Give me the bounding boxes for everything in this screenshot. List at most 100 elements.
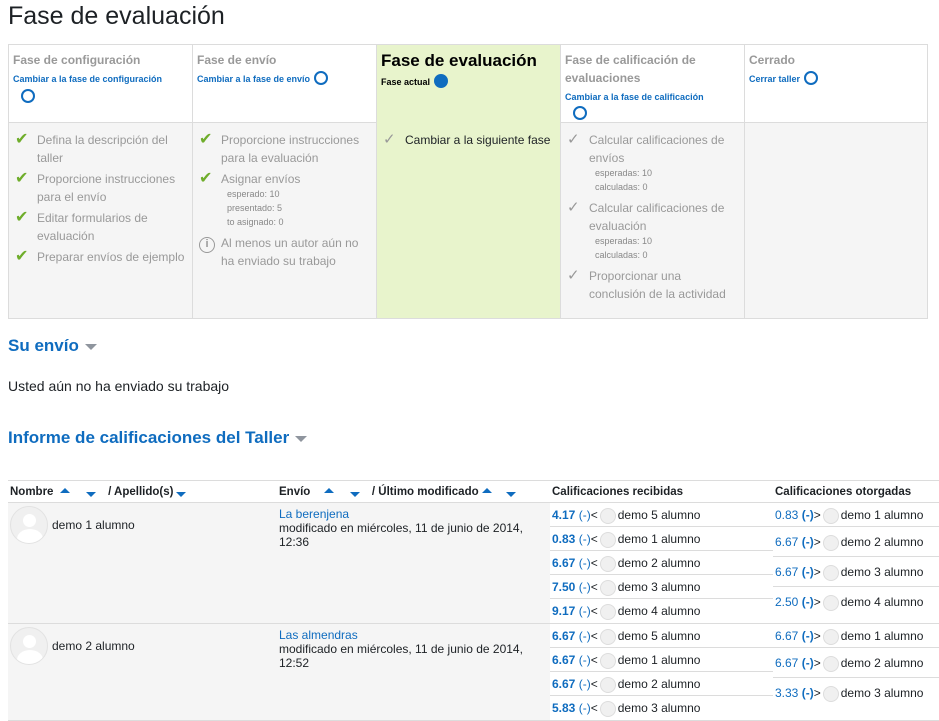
- grade-over: (-): [801, 686, 814, 700]
- phase-title: Fase de envío: [197, 53, 277, 67]
- sort-submission-link[interactable]: Envío: [279, 486, 310, 498]
- arrow: >: [813, 686, 821, 700]
- sort-desc-icon[interactable]: [349, 491, 360, 497]
- task-item: ✔ Proporcione instrucciones para la evalu…: [199, 131, 372, 167]
- unchecked-check-icon: ✓: [567, 199, 580, 216]
- close-workshop-link[interactable]: Cerrar taller: [749, 74, 800, 84]
- phase-submission: Fase de envío Cambiar a la fase de envío…: [193, 45, 377, 318]
- reviewer-name[interactable]: demo 2 alumno: [618, 677, 701, 691]
- grade-link[interactable]: 0.83: [552, 532, 575, 546]
- phase-title: Cerrado: [749, 53, 796, 67]
- sort-asc-icon[interactable]: [481, 487, 492, 493]
- submission-link[interactable]: La berenjena: [279, 507, 349, 521]
- reviewer-name[interactable]: demo 2 alumno: [618, 556, 701, 570]
- grade-over: (-): [578, 604, 591, 618]
- sort-last-modified-link[interactable]: / Último modificado: [372, 486, 479, 498]
- grade-link[interactable]: 6.67: [775, 565, 798, 579]
- grade-over: (-): [578, 629, 591, 643]
- reviewer-name[interactable]: demo 1 alumno: [618, 532, 701, 546]
- avatar[interactable]: [10, 627, 48, 665]
- phase-tasks: ✔ Proporcione instrucciones para la evalu…: [193, 123, 376, 318]
- reviewer-name[interactable]: demo 5 alumno: [618, 508, 701, 522]
- reviewer-name[interactable]: demo 3 alumno: [618, 580, 701, 594]
- phase-title: Fase de configuración: [13, 53, 141, 67]
- grade-link[interactable]: 7.50: [552, 580, 575, 594]
- received-grades-cell: 6.67 (-)< demo 5 alumno 6.67 (-)< demo 1 a…: [550, 623, 773, 721]
- grade-link[interactable]: 2.50: [775, 595, 798, 609]
- grade-link[interactable]: 6.67: [775, 535, 798, 549]
- phase-circle-icon[interactable]: [21, 89, 35, 103]
- reviewer-name[interactable]: demo 3 alumno: [618, 701, 701, 715]
- switch-phase-link[interactable]: Cambiar a la fase de envío: [197, 74, 310, 84]
- phase-grading-evaluation: Fase de calificación de evaluaciones Cam…: [561, 45, 745, 318]
- avatar: [599, 652, 616, 669]
- grade-link[interactable]: 6.67: [552, 677, 575, 691]
- sort-asc-icon[interactable]: [59, 487, 70, 493]
- grade-link[interactable]: 4.17: [552, 508, 575, 522]
- phase-circle-icon[interactable]: [573, 106, 587, 120]
- task-item: ✔ Editar formularios de evaluación: [15, 209, 188, 245]
- sort-first-name-link[interactable]: Nombre: [10, 486, 53, 498]
- grade-link[interactable]: 6.67: [552, 556, 575, 570]
- arrow: <: [590, 629, 598, 643]
- grade-link[interactable]: 9.17: [552, 604, 575, 618]
- reviewer-name[interactable]: demo 1 alumno: [618, 653, 701, 667]
- received-grade: 4.17 (-)< demo 5 alumno: [550, 503, 773, 527]
- arrow: <: [590, 677, 598, 691]
- sort-desc-icon[interactable]: [176, 491, 187, 497]
- phase-tasks: ✔ Defina la descripción del taller ✔ Propo…: [9, 123, 192, 318]
- phase-assessment: Fase de evaluación Fase actual ✓ Cambiar …: [377, 45, 561, 318]
- sort-desc-icon[interactable]: [85, 491, 96, 497]
- reviewee-name[interactable]: demo 1 alumno: [841, 508, 924, 522]
- your-submission-heading[interactable]: Su envío: [8, 336, 97, 356]
- reviewee-name[interactable]: demo 1 alumno: [841, 629, 924, 643]
- check-icon: ✔: [15, 170, 29, 187]
- unchecked-check-icon: ✓: [383, 131, 396, 148]
- avatar[interactable]: [10, 506, 48, 544]
- participant-cell: demo 2 alumno: [8, 623, 277, 721]
- grade-link[interactable]: 5.83: [552, 701, 575, 715]
- submission-link[interactable]: Las almendras: [279, 628, 358, 642]
- task-label: Editar formularios de evaluación: [37, 211, 148, 243]
- avatar: [599, 507, 616, 524]
- chevron-down-icon: [295, 435, 308, 442]
- reviewer-name[interactable]: demo 4 alumno: [618, 604, 701, 618]
- grade-link[interactable]: 6.67: [775, 656, 798, 670]
- reviewer-name[interactable]: demo 5 alumno: [618, 629, 701, 643]
- switch-phase-link[interactable]: Cambiar a la fase de configuración: [13, 74, 162, 84]
- grade-link[interactable]: 3.33: [775, 686, 798, 700]
- grade-link[interactable]: 6.67: [552, 653, 575, 667]
- grades-report-heading[interactable]: Informe de calificaciones del Taller: [8, 428, 308, 448]
- participant-name[interactable]: demo 2 alumno: [52, 639, 135, 653]
- switch-phase-link[interactable]: Cambiar a la fase de calificación: [565, 92, 704, 102]
- task-label: Cambiar a la siguiente fase: [405, 133, 551, 147]
- participant-name[interactable]: demo 1 alumno: [52, 518, 135, 532]
- participant-cell: demo 1 alumno: [8, 502, 277, 624]
- task-item: ✔ Asignar envíos: [199, 170, 372, 188]
- sort-last-name-link[interactable]: / Apellido(s): [108, 486, 173, 498]
- grade-link[interactable]: 6.67: [552, 629, 575, 643]
- sort-desc-icon[interactable]: [505, 491, 516, 497]
- reviewee-name[interactable]: demo 2 alumno: [841, 656, 924, 670]
- grades-report-table: Nombre / Apellido(s) Envío / Último modi…: [8, 480, 939, 721]
- grade-link[interactable]: 6.67: [775, 629, 798, 643]
- received-grades-cell: 4.17 (-)< demo 5 alumno 0.83 (-)< demo 1 a…: [550, 502, 773, 624]
- phase-circle-icon[interactable]: [314, 70, 329, 85]
- reviewee-name[interactable]: demo 2 alumno: [841, 535, 924, 549]
- phase-circle-icon[interactable]: [804, 70, 819, 85]
- given-grade: 3.33 (-)> demo 3 alumno: [773, 678, 939, 708]
- arrow: >: [813, 629, 821, 643]
- reviewee-name[interactable]: demo 4 alumno: [841, 595, 924, 609]
- sort-asc-icon[interactable]: [323, 487, 334, 493]
- received-grade: 6.67 (-)< demo 5 alumno: [550, 624, 773, 648]
- avatar: [599, 676, 616, 693]
- grade-link[interactable]: 0.83: [775, 508, 798, 522]
- grade-over: (-): [578, 677, 591, 691]
- avatar: [599, 603, 616, 620]
- reviewee-name[interactable]: demo 3 alumno: [841, 686, 924, 700]
- grade-over: (-): [801, 656, 814, 670]
- task-item: ✔ Proporcione instrucciones para el envío: [15, 170, 188, 206]
- info-icon: i: [199, 234, 221, 253]
- detail-line: esperado: 10: [227, 189, 280, 199]
- reviewee-name[interactable]: demo 3 alumno: [841, 565, 924, 579]
